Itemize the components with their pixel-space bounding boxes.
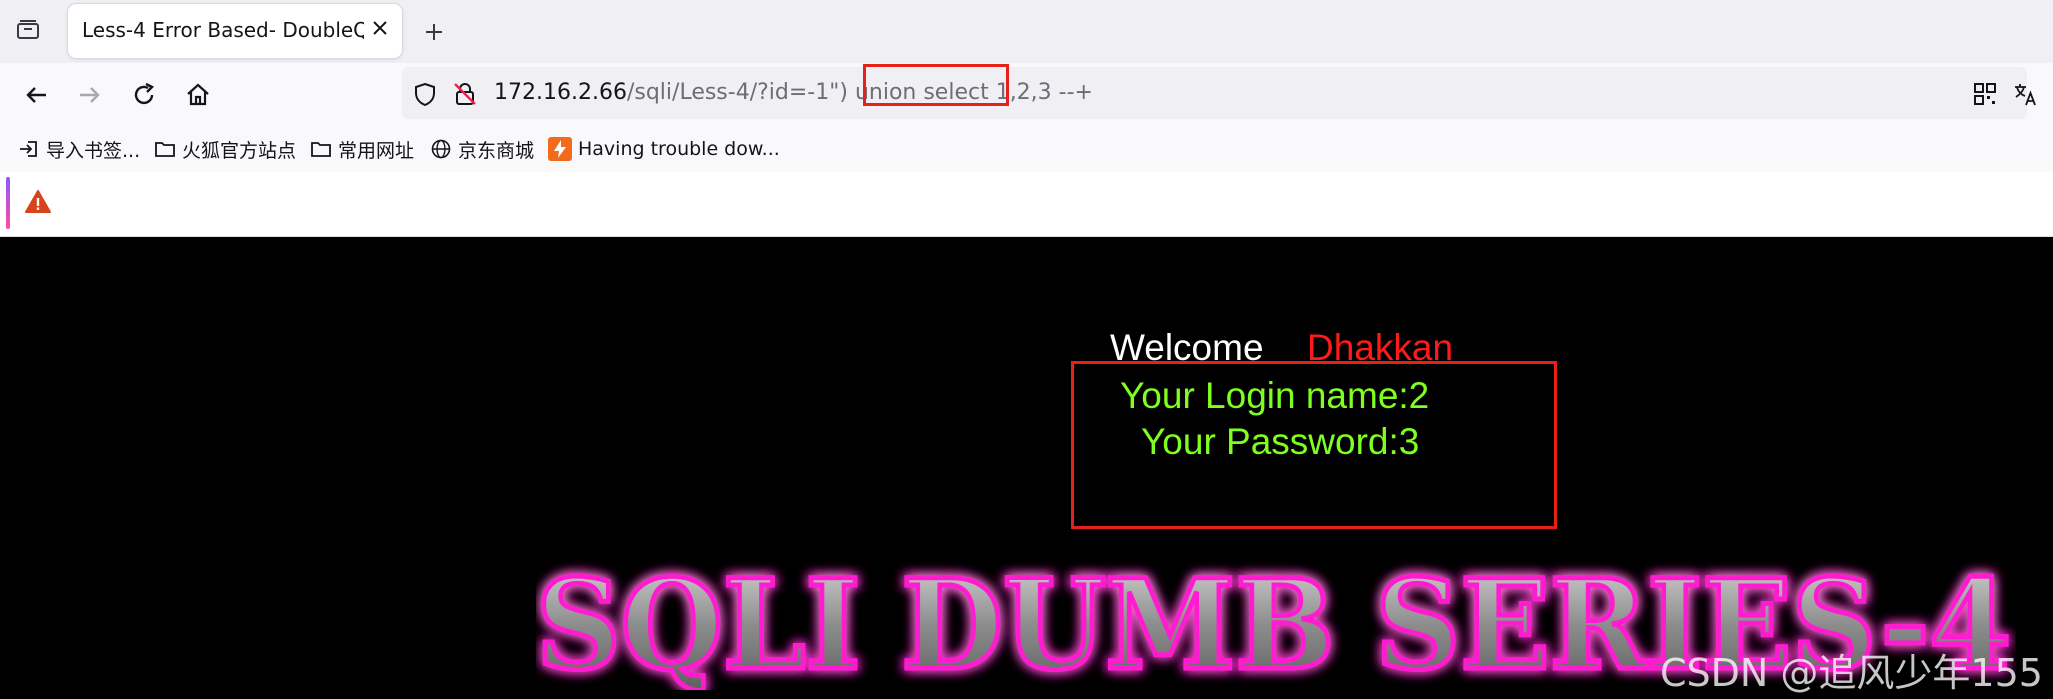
tab-title: Less-4 Error Based- DoubleQuotes (82, 18, 364, 42)
reload-icon[interactable] (128, 79, 160, 111)
shield-icon[interactable] (412, 81, 438, 107)
translate-icon[interactable] (2012, 81, 2038, 107)
csdn-watermark: CSDN @追风少年155 (1660, 651, 2043, 695)
insecure-lock-icon[interactable] (452, 81, 478, 107)
warning-icon (25, 190, 51, 213)
bookmark-label: Having trouble dow... (578, 138, 780, 160)
back-icon[interactable] (20, 79, 52, 111)
bookmark-label: 京东商城 (458, 139, 535, 162)
lightning-icon (548, 137, 572, 161)
home-icon[interactable] (182, 79, 214, 111)
close-icon[interactable] (368, 16, 392, 40)
tab-list-icon[interactable] (14, 16, 42, 44)
bookmark-label: 常用网址 (338, 139, 415, 162)
url-path: /sqli/Less-4/?id=-1") union select 1,2,3… (626, 80, 1093, 105)
bookmark-jd[interactable]: 京东商城 (430, 133, 534, 165)
bookmark-having-trouble[interactable]: Having trouble dow... (548, 133, 780, 165)
bookmark-label: 火狐官方站点 (182, 139, 297, 162)
bookmarks-toolbar (0, 128, 2053, 173)
bookmark-common-sites[interactable]: 常用网址 (310, 133, 414, 165)
new-tab-icon[interactable] (420, 18, 448, 46)
url-host: 172.16.2.66 (494, 80, 627, 105)
notification-bar (0, 172, 2053, 237)
folder-icon (311, 142, 331, 157)
highlight-box (863, 64, 1009, 106)
import-icon (20, 141, 37, 157)
folder-icon (155, 142, 175, 157)
globe-icon (431, 139, 451, 159)
bookmark-firefox-site[interactable]: 火狐官方站点 (154, 133, 296, 165)
forward-icon[interactable] (74, 79, 106, 111)
bookmark-label: 导入书签... (46, 139, 141, 162)
bookmark-import[interactable]: 导入书签... (18, 133, 140, 165)
notification-accent (6, 177, 10, 229)
qr-code-icon[interactable] (1972, 81, 1998, 107)
highlight-box (1071, 361, 1557, 529)
